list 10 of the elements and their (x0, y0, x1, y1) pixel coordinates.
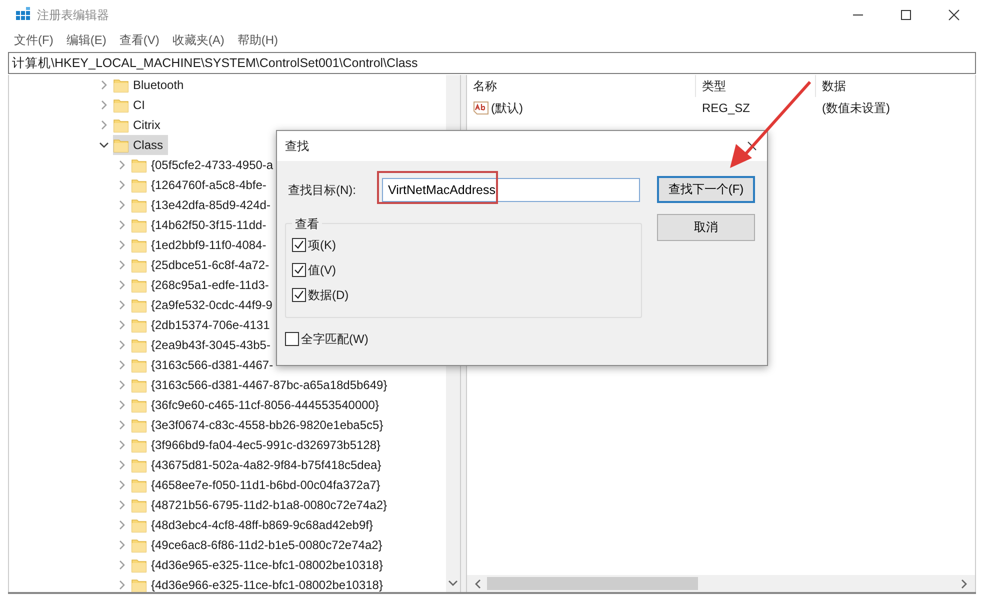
value-name: (默认) (491, 100, 523, 116)
checkbox-label: 数据(D) (308, 286, 349, 304)
checkbox-label: 项(K) (308, 236, 336, 254)
value-type: REG_SZ (701, 101, 752, 115)
window-title: 注册表编辑器 (37, 6, 109, 24)
dialog-title: 查找 (285, 138, 309, 154)
field-label: 查找目标(N): (287, 182, 357, 198)
checkbox-label: 值(V) (308, 262, 336, 278)
value-data: (数值未设置) (821, 100, 891, 116)
checkbox-label: 全字匹配(W) (301, 330, 368, 348)
